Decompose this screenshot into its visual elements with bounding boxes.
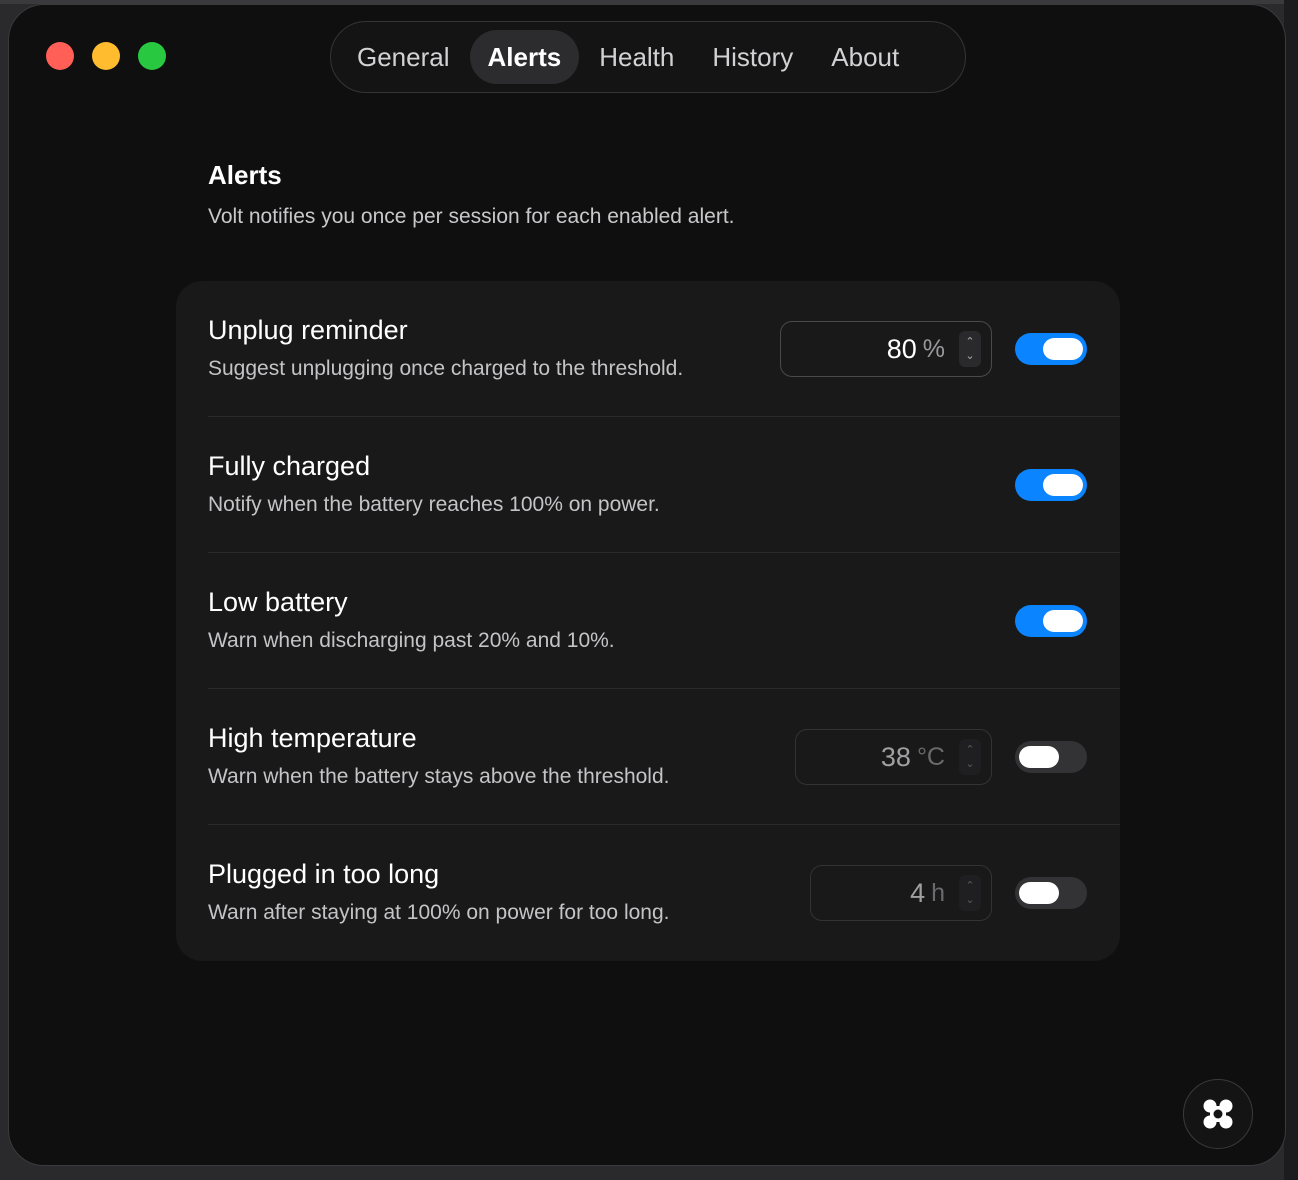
alert-description: Warn when the battery stays above the th… — [208, 765, 670, 788]
stepper-arrows-icon[interactable]: ⌃ ⌄ — [959, 331, 981, 367]
alert-title: Low battery — [208, 587, 348, 617]
alerts-card: Unplug reminder Suggest unplugging once … — [176, 281, 1120, 961]
tab-alerts[interactable]: Alerts — [469, 30, 580, 84]
threshold-unit: % — [922, 334, 945, 363]
alert-toggle[interactable] — [1015, 469, 1087, 501]
background-window-edge — [1284, 0, 1298, 1180]
threshold-stepper[interactable]: 80 % ⌃ ⌄ — [780, 321, 992, 377]
threshold-stepper[interactable]: 4 h ⌃ ⌄ — [810, 865, 992, 921]
threshold-value[interactable]: 4 — [910, 878, 925, 909]
alert-toggle[interactable] — [1015, 877, 1087, 909]
alert-row-unplug-reminder: Unplug reminder Suggest unplugging once … — [176, 281, 1120, 417]
close-window-button[interactable] — [46, 42, 74, 70]
alert-description: Suggest unplugging once charged to the t… — [208, 357, 684, 380]
alert-row-low-battery: Low battery Warn when discharging past 2… — [176, 553, 1120, 689]
alert-title: Unplug reminder — [208, 315, 408, 345]
alert-description: Warn after staying at 100% on power for … — [208, 901, 670, 924]
minimize-window-button[interactable] — [92, 42, 120, 70]
zoom-window-button[interactable] — [138, 42, 166, 70]
threshold-stepper[interactable]: 38 °C ⌃ ⌄ — [795, 729, 992, 785]
corner-action-button[interactable] — [1183, 1079, 1253, 1149]
stepper-arrows-icon[interactable]: ⌃ ⌄ — [959, 875, 981, 911]
alert-title: High temperature — [208, 723, 417, 753]
alert-row-high-temperature: High temperature Warn when the battery s… — [176, 689, 1120, 825]
stepper-arrows-icon[interactable]: ⌃ ⌄ — [959, 739, 981, 775]
tab-general[interactable]: General — [339, 30, 468, 84]
threshold-unit: °C — [916, 742, 945, 771]
tab-bar: General Alerts Health History About — [330, 21, 966, 93]
alert-toggle[interactable] — [1015, 741, 1087, 773]
alert-title: Fully charged — [208, 451, 371, 481]
toggle-knob — [1043, 610, 1083, 632]
threshold-value[interactable]: 80 — [887, 334, 917, 365]
settings-window: General Alerts Health History About Aler… — [8, 4, 1286, 1166]
gallery-icon — [1203, 1099, 1233, 1129]
alert-toggle[interactable] — [1015, 605, 1087, 637]
alert-description: Notify when the battery reaches 100% on … — [208, 493, 660, 516]
alert-toggle[interactable] — [1015, 333, 1087, 365]
toggle-knob — [1043, 338, 1083, 360]
toggle-knob — [1043, 474, 1083, 496]
section-title: Alerts — [208, 160, 282, 190]
toggle-knob — [1019, 882, 1059, 904]
tab-health[interactable]: Health — [581, 30, 692, 84]
threshold-unit: h — [931, 878, 945, 907]
alert-description: Warn when discharging past 20% and 10%. — [208, 629, 615, 652]
alert-row-plugged-too-long: Plugged in too long Warn after staying a… — [176, 825, 1120, 961]
alert-title: Plugged in too long — [208, 859, 440, 889]
section-subtitle: Volt notifies you once per session for e… — [208, 205, 735, 228]
tab-history[interactable]: History — [694, 30, 811, 84]
threshold-value[interactable]: 38 — [881, 742, 911, 773]
toggle-knob — [1019, 746, 1059, 768]
tab-about[interactable]: About — [813, 30, 917, 84]
alert-row-fully-charged: Fully charged Notify when the battery re… — [176, 417, 1120, 553]
